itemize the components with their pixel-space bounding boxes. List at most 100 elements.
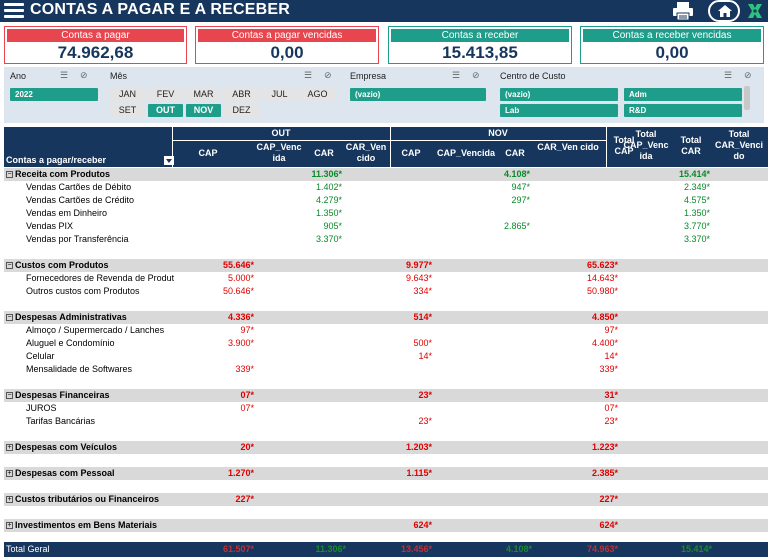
row-label: + Custos tributários ou Financeiros — [4, 493, 174, 506]
clear-filter-icon[interactable]: ⊘ — [472, 70, 480, 81]
month-abr[interactable]: ABR — [224, 88, 259, 101]
pivot-header: OUT NOV Contas a pagar/receber CAP CAP_V… — [4, 127, 768, 167]
expand-collapse-icon[interactable]: + — [6, 470, 13, 478]
excel-icon[interactable] — [746, 2, 764, 20]
expand-collapse-icon[interactable]: − — [6, 262, 13, 270]
slicer-item-2022[interactable]: 2022 — [10, 88, 98, 101]
total-total-car: 15.414* — [680, 544, 712, 554]
expand-collapse-icon[interactable]: + — [6, 522, 13, 530]
row-label-text: Receita com Produtos — [15, 169, 111, 179]
month-set[interactable]: SET — [110, 104, 145, 117]
multiselect-icon[interactable]: ☰ — [724, 70, 732, 81]
cell-nov-cap: 514* — [413, 312, 432, 322]
category-row[interactable]: + Investimentos em Bens Materiais 624* 624* — [4, 519, 768, 532]
slicer-ano: Ano ☰ ⊘ 2022 — [4, 67, 104, 123]
table-row: Celular 14* 14* — [4, 350, 768, 363]
cell-nov-cap: 23* — [418, 390, 432, 400]
slicer-item-lab[interactable]: Lab — [500, 104, 618, 117]
expand-collapse-icon[interactable]: − — [6, 392, 13, 400]
cell-tot-cap: 50.980* — [586, 286, 618, 296]
category-row[interactable]: + Despesas com Veículos 20* 1.203* 1.223* — [4, 441, 768, 454]
month-dez[interactable]: DEZ — [224, 104, 259, 117]
page-title: CONTAS A PAGAR E A RECEBER — [30, 1, 291, 18]
month-ago[interactable]: AGO — [300, 88, 335, 101]
row-label-text: JUROS — [26, 403, 57, 413]
expand-collapse-icon[interactable]: − — [6, 314, 13, 322]
cell-nov-cap: 9.977* — [405, 260, 432, 270]
table-row: Fornecedores de Revenda de Produt 5.000* 9… — [4, 272, 768, 285]
app-header: CONTAS A PAGAR E A RECEBER — [0, 0, 768, 22]
cell-nov-car: 2.865* — [503, 221, 530, 231]
month-mar[interactable]: MAR — [186, 88, 221, 101]
category-row[interactable]: + Custos tributários ou Financeiros 227* 22… — [4, 493, 768, 506]
table-row: Vendas PIX 905* 2.865* 3.770* — [4, 220, 768, 233]
category-row[interactable]: − Despesas Financeiras 07* 23* 31* — [4, 389, 768, 402]
col-nov-cap: CAP — [401, 148, 421, 158]
kpi-contas-a-receber: Contas a receber 15.413,85 — [388, 26, 572, 64]
col-nov-cap-vencida: CAP_Vencida — [436, 148, 496, 158]
row-label: − Despesas Financeiras — [4, 389, 174, 402]
row-label-text: Vendas em Dinheiro — [26, 208, 108, 218]
kpi-label: Contas a pagar vencidas — [198, 29, 376, 42]
cell-out-cap: 227* — [235, 494, 254, 504]
cell-tot-cap: 14* — [604, 351, 618, 361]
col-out-car-vencido: CAR_Ven cido — [345, 142, 387, 163]
cell-nov-cap: 624* — [413, 520, 432, 530]
slicer-item-vazio[interactable]: (vazio) — [350, 88, 486, 101]
category-row[interactable]: + Despesas com Pessoal 1.270* 1.115* 2.385* — [4, 467, 768, 480]
kpi-value: 15.413,85 — [442, 43, 518, 62]
total-label: Total Geral — [6, 544, 50, 554]
spacer-row — [4, 454, 768, 467]
cell-tot-car: 15.414* — [678, 169, 710, 179]
kpi-label: Contas a receber — [391, 29, 569, 42]
kpi-label: Contas a receber vencidas — [583, 29, 761, 42]
table-row: Vendas Cartões de Crédito 4.279* 297* 4.575… — [4, 194, 768, 207]
expand-collapse-icon[interactable]: + — [6, 444, 13, 452]
home-button[interactable] — [708, 0, 740, 22]
month-jan[interactable]: JAN — [110, 88, 145, 101]
row-label-text: Outros custos com Produtos — [26, 286, 140, 296]
printer-icon[interactable] — [672, 1, 694, 21]
slicer-item-rd[interactable]: R&D — [624, 104, 742, 117]
cell-out-car: 1.350* — [315, 208, 342, 218]
multiselect-icon[interactable]: ☰ — [304, 70, 312, 81]
cell-tot-cap: 339* — [599, 364, 618, 374]
slicer-centro-de-custo: Centro de Custo ☰ ⊘ (vazio) Adm Lab R&D — [498, 67, 764, 123]
expand-collapse-icon[interactable]: − — [6, 171, 13, 179]
clear-filter-icon[interactable]: ⊘ — [324, 70, 332, 81]
month-nov[interactable]: NOV — [186, 104, 221, 117]
month-out[interactable]: OUT — [148, 104, 183, 117]
month-fev[interactable]: FEV — [148, 88, 183, 101]
spacer-row — [4, 428, 768, 441]
menu-icon[interactable] — [4, 3, 24, 19]
cell-out-car: 4.279* — [315, 195, 342, 205]
cell-nov-cap: 334* — [413, 286, 432, 296]
slicer-item-vazio[interactable]: (vazio) — [500, 88, 618, 101]
row-label: Aluguel e Condomínio — [4, 337, 174, 350]
month-jul[interactable]: JUL — [262, 88, 297, 101]
row-label-text: Vendas Cartões de Crédito — [26, 195, 135, 205]
category-row[interactable]: − Custos com Produtos 55.646* 9.977* 65.623* — [4, 259, 768, 272]
row-label: − Receita com Produtos — [4, 168, 174, 181]
spacer-row — [4, 480, 768, 493]
slicer-scrollbar[interactable] — [744, 86, 750, 110]
clear-filter-icon[interactable]: ⊘ — [744, 70, 752, 81]
clear-filter-icon[interactable]: ⊘ — [80, 70, 88, 81]
row-label: Vendas Cartões de Crédito — [4, 194, 174, 207]
cell-out-cap: 55.646* — [222, 260, 254, 270]
col-total-cap-vencida: Total CAP_Venc ida — [623, 129, 669, 161]
multiselect-icon[interactable]: ☰ — [60, 70, 68, 81]
cell-nov-car: 947* — [511, 182, 530, 192]
col-total-car: Total CAR — [680, 135, 702, 156]
total-geral-row: Total Geral 61.507* 11.306* 13.456* 4.10… — [4, 542, 768, 557]
cell-out-cap: 4.336* — [227, 312, 254, 322]
multiselect-icon[interactable]: ☰ — [452, 70, 460, 81]
category-row[interactable]: − Despesas Administrativas 4.336* 514* 4.850… — [4, 311, 768, 324]
slicer-mes: Mês ☰ ⊘ JAN FEV MAR ABR JUL AGO SET OUT … — [108, 67, 340, 123]
expand-collapse-icon[interactable]: + — [6, 496, 13, 504]
col-out-cap: CAP — [198, 148, 218, 158]
slicer-item-adm[interactable]: Adm — [624, 88, 742, 101]
category-row[interactable]: − Receita com Produtos 11.306* 4.108* 15.414… — [4, 168, 768, 181]
col-out-car: CAR — [314, 148, 334, 158]
row-label: + Investimentos em Bens Materiais — [4, 519, 174, 532]
